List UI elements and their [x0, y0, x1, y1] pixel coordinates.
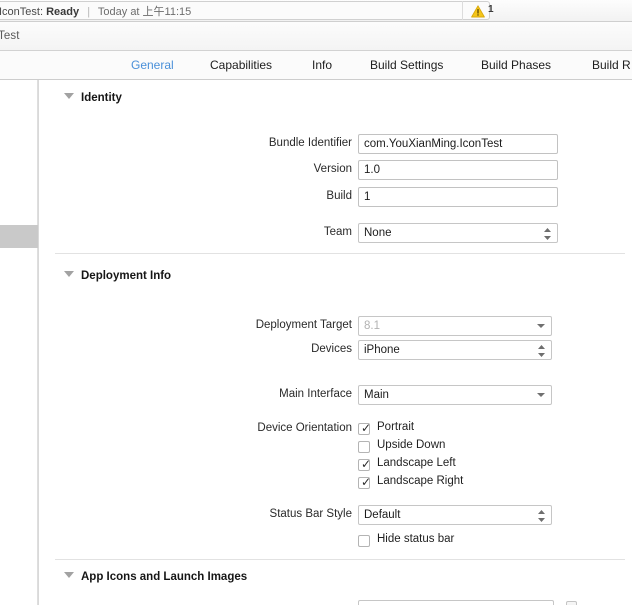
status-state: Ready: [46, 6, 80, 18]
main-interface-combo[interactable]: Main: [358, 385, 552, 405]
breadcrumb[interactable]: Test: [0, 30, 20, 42]
label-main-interface: Main Interface: [279, 388, 352, 400]
checkbox-label-landscape-right: Landscape Right: [377, 475, 464, 487]
status-bar-style-value: Default: [364, 509, 401, 521]
section-title-app-icons: App Icons and Launch Images: [81, 571, 248, 583]
checkbox-landscape-left[interactable]: ✓: [358, 457, 372, 471]
disclosure-triangle-down-icon[interactable]: [64, 93, 74, 99]
checkbox-label-portrait: Portrait: [377, 421, 415, 433]
checkmark-icon: ✓: [361, 475, 372, 489]
section-title-identity: Identity: [81, 92, 122, 104]
checkbox-label-upside-down: Upside Down: [377, 439, 446, 451]
tab-build-settings[interactable]: Build Settings: [370, 58, 443, 72]
label-device-orientation: Device Orientation: [257, 422, 352, 434]
warning-triangle-icon: [471, 5, 485, 18]
navigator-selected-row[interactable]: [0, 225, 38, 248]
status-timestamp: Today at 上午11:15: [97, 6, 192, 18]
activity-status-bar: IconTest: Ready | Today at 上午11:15 1: [0, 0, 632, 22]
build-field[interactable]: 1: [358, 187, 558, 207]
bundle-identifier-field[interactable]: com.YouXianMing.IconTest: [358, 134, 558, 154]
status-message: IconTest: Ready | Today at 上午11:15: [0, 3, 191, 19]
status-project-name: IconTest:: [0, 6, 44, 18]
checkbox-upside-down[interactable]: [358, 441, 370, 453]
status-bar-style-popup[interactable]: Default: [358, 505, 552, 525]
disclosure-triangle-down-icon[interactable]: [64, 572, 74, 578]
label-devices: Devices: [311, 343, 352, 355]
app-icons-source-field-partial[interactable]: [358, 600, 554, 605]
version-field[interactable]: 1.0: [358, 160, 558, 180]
disclosure-triangle-down-icon[interactable]: [64, 271, 74, 277]
team-popup[interactable]: None: [358, 223, 558, 243]
chevron-down-icon: [537, 324, 545, 328]
label-version: Version: [313, 163, 352, 175]
checkbox-landscape-right[interactable]: ✓: [358, 475, 372, 489]
popup-updown-arrows-icon: [538, 345, 545, 357]
popup-updown-arrows-icon: [544, 228, 551, 240]
deployment-target-combo[interactable]: 8.1: [358, 316, 552, 336]
label-deployment-target: Deployment Target: [255, 319, 352, 331]
tab-build-phases[interactable]: Build Phases: [481, 58, 551, 72]
issue-count-label: 1: [488, 4, 494, 15]
issues-indicator[interactable]: 1: [462, 1, 498, 20]
status-separator: |: [87, 6, 91, 18]
section-divider-1: [55, 253, 625, 254]
label-build: Build: [326, 190, 352, 202]
label-team: Team: [323, 226, 352, 238]
tab-build-rules[interactable]: Build R: [592, 58, 631, 72]
project-navigator-strip[interactable]: [0, 80, 38, 605]
app-icons-stepper-partial[interactable]: [566, 601, 577, 605]
label-status-bar-style: Status Bar Style: [269, 508, 352, 520]
checkbox-label-hide-status-bar: Hide status bar: [377, 533, 455, 545]
devices-popup[interactable]: iPhone: [358, 340, 552, 360]
tab-info[interactable]: Info: [312, 58, 332, 72]
section-header-deployment-info[interactable]: Deployment Info: [64, 270, 171, 286]
checkbox-hide-status-bar[interactable]: [358, 535, 370, 547]
project-editor-tab-bar: General Capabilities Info Build Settings…: [0, 51, 632, 80]
tab-general[interactable]: General: [131, 58, 174, 72]
section-divider-2: [55, 559, 625, 560]
deployment-target-value: 8.1: [364, 320, 380, 332]
section-title-deployment-info: Deployment Info: [81, 270, 172, 282]
jump-bar: Test: [0, 22, 632, 51]
popup-updown-arrows-icon: [538, 510, 545, 522]
label-bundle-identifier: Bundle Identifier: [268, 137, 352, 149]
checkbox-portrait[interactable]: ✓: [358, 421, 372, 435]
devices-popup-value: iPhone: [364, 344, 400, 356]
checkmark-icon: ✓: [361, 457, 372, 471]
section-header-app-icons[interactable]: App Icons and Launch Images: [64, 571, 247, 587]
team-popup-value: None: [364, 227, 392, 239]
main-interface-value: Main: [364, 389, 389, 401]
chevron-down-icon: [537, 393, 545, 397]
xcode-project-editor-window: IconTest: Ready | Today at 上午11:15 1 Tes…: [0, 0, 632, 605]
checkbox-label-landscape-left: Landscape Left: [377, 457, 456, 469]
general-settings-pane: Identity Bundle Identifier com.YouXianMi…: [39, 80, 632, 605]
checkmark-icon: ✓: [361, 421, 372, 435]
section-header-identity[interactable]: Identity: [64, 92, 122, 108]
tab-capabilities[interactable]: Capabilities: [210, 58, 272, 72]
